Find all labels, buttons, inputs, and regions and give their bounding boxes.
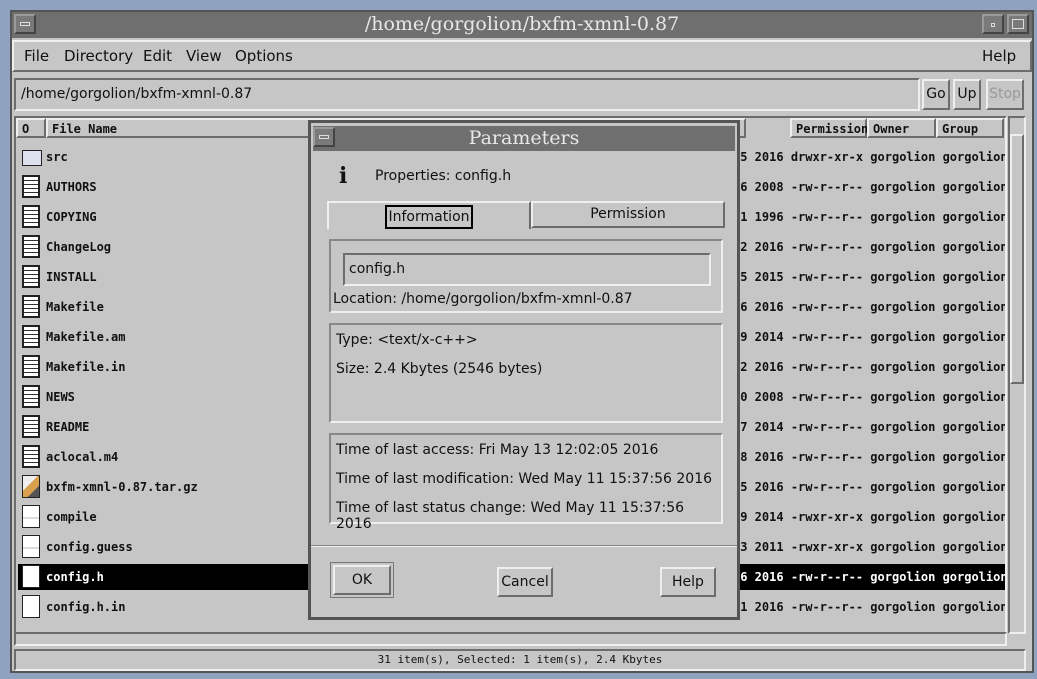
parameters-dialog: Parameters i Properties: config.h Inform… — [308, 120, 740, 620]
text-file-icon — [22, 265, 40, 288]
file-details[interactable]: 52 2016 -rw-r--r-- gorgolion gorgolion — [733, 354, 1005, 380]
help-button[interactable]: Help — [660, 567, 716, 597]
filename-input[interactable]: config.h — [343, 253, 711, 286]
file-name[interactable]: config.h.in — [18, 594, 308, 620]
file-details[interactable]: 31 1996 -rw-r--r-- gorgolion gorgolion — [733, 204, 1005, 230]
file-details[interactable]: 18 2016 -rw-r--r-- gorgolion gorgolion — [733, 444, 1005, 470]
text-file-icon — [22, 325, 40, 348]
file-name[interactable]: COPYING — [18, 204, 308, 230]
tab-information[interactable]: Information — [327, 201, 531, 229]
text-file-icon — [22, 175, 40, 198]
blank-file-icon — [22, 565, 40, 588]
title-bar: /home/gorgolion/bxfm-xmnl-0.87 — [12, 12, 1032, 38]
file-details[interactable]: 05 2016 drwxr-xr-x gorgolion gorgolion — [733, 144, 1005, 170]
file-name[interactable]: README — [18, 414, 308, 440]
name-section: config.h Location: /home/gorgolion/bxfm-… — [329, 239, 723, 313]
text-file-icon — [22, 295, 40, 318]
dialog-menu-button[interactable] — [313, 127, 335, 147]
text-file-icon — [22, 205, 40, 228]
file-name[interactable]: config.guess — [18, 534, 308, 560]
header-owner[interactable]: Owner — [867, 118, 936, 138]
script-file-icon — [22, 535, 40, 558]
file-details[interactable]: 00 2008 -rw-r--r-- gorgolion gorgolion — [733, 384, 1005, 410]
dialog-title: Parameters — [468, 127, 580, 149]
status-bar: 31 item(s), Selected: 1 item(s), 2.4 Kby… — [14, 649, 1026, 671]
window-menu-button[interactable] — [14, 14, 36, 34]
file-details[interactable]: 56 2016 -rw-r--r-- gorgolion gorgolion — [733, 564, 1005, 590]
menu-view[interactable]: View — [186, 42, 222, 70]
header-permission[interactable]: Permission — [790, 118, 868, 138]
horizontal-scrollbar[interactable] — [14, 632, 1007, 646]
folder-file-icon — [22, 150, 42, 166]
file-details[interactable]: 56 2008 -rw-r--r-- gorgolion gorgolion — [733, 174, 1005, 200]
file-name[interactable]: aclocal.m4 — [18, 444, 308, 470]
info-icon: i — [339, 163, 348, 189]
file-name[interactable]: src — [18, 144, 308, 170]
file-name[interactable]: Makefile.am — [18, 324, 308, 350]
file-details[interactable]: 55 2015 -rw-r--r-- gorgolion gorgolion — [733, 264, 1005, 290]
file-name[interactable]: ChangeLog — [18, 234, 308, 260]
file-details[interactable]: 47 2014 -rw-r--r-- gorgolion gorgolion — [733, 414, 1005, 440]
access-time: Time of last access: Fri May 13 12:02:05… — [336, 442, 659, 458]
file-details[interactable]: 59 2014 -rwxr-xr-x gorgolion gorgolion — [733, 504, 1005, 530]
file-name[interactable]: config.h — [18, 564, 308, 590]
text-file-icon — [22, 355, 40, 378]
maximize-button[interactable] — [1007, 14, 1029, 34]
menu-file[interactable]: File — [24, 42, 49, 70]
archive-file-icon — [22, 475, 40, 498]
cancel-button[interactable]: Cancel — [497, 567, 553, 597]
text-file-icon — [22, 385, 40, 408]
header-o[interactable]: O — [16, 118, 46, 138]
file-details[interactable]: 52 2016 -rw-r--r-- gorgolion gorgolion — [733, 234, 1005, 260]
size-label: Size: 2.4 Kbytes (2546 bytes) — [336, 361, 543, 377]
menu-options[interactable]: Options — [235, 42, 293, 70]
menu-edit[interactable]: Edit — [143, 42, 172, 70]
file-details[interactable]: 56 2016 -rw-r--r-- gorgolion gorgolion — [733, 294, 1005, 320]
file-details[interactable]: 35 2016 -rw-r--r-- gorgolion gorgolion — [733, 474, 1005, 500]
menu-help[interactable]: Help — [982, 42, 1016, 70]
file-name[interactable]: bxfm-xmnl-0.87.tar.gz — [18, 474, 308, 500]
tab-permission[interactable]: Permission — [531, 201, 725, 228]
times-section: Time of last access: Fri May 13 12:02:05… — [329, 433, 723, 532]
text-file-icon — [22, 445, 40, 468]
stop-button[interactable]: Stop — [986, 79, 1024, 110]
path-input[interactable]: /home/gorgolion/bxfm-xmnl-0.87 — [14, 78, 920, 111]
go-button[interactable]: Go — [922, 79, 950, 110]
file-name[interactable]: INSTALL — [18, 264, 308, 290]
text-file-icon — [22, 235, 40, 258]
file-name[interactable]: Makefile.in — [18, 354, 308, 380]
text-file-icon — [22, 415, 40, 438]
minimize-button[interactable] — [982, 14, 1004, 34]
file-name[interactable]: compile — [18, 504, 308, 530]
location-label: Location: /home/gorgolion/bxfm-xmnl-0.87 — [333, 291, 633, 307]
modification-time: Time of last modification: Wed May 11 15… — [336, 471, 713, 487]
status-change-time: Time of last status change: Wed May 11 1… — [336, 500, 685, 532]
file-name[interactable]: AUTHORS — [18, 174, 308, 200]
separator — [311, 545, 737, 547]
type-label: Type: <text/x-c++> — [336, 332, 478, 348]
vertical-scrollbar[interactable] — [1008, 116, 1026, 634]
menu-directory[interactable]: Directory — [64, 42, 133, 70]
type-section: Type: <text/x-c++> Size: 2.4 Kbytes (254… — [329, 323, 723, 423]
script-file-icon — [22, 505, 40, 528]
file-name[interactable]: NEWS — [18, 384, 308, 410]
file-details[interactable]: 11 2016 -rw-r--r-- gorgolion gorgolion — [733, 594, 1005, 620]
blank-file-icon — [22, 595, 40, 618]
scroll-thumb[interactable] — [1010, 134, 1024, 384]
header-group[interactable]: Group — [936, 118, 1004, 138]
properties-label: Properties: config.h — [375, 168, 512, 184]
file-details[interactable]: 03 2011 -rwxr-xr-x gorgolion gorgolion — [733, 534, 1005, 560]
ok-button[interactable]: OK — [330, 562, 394, 598]
up-button[interactable]: Up — [953, 79, 981, 110]
dialog-title-bar: Parameters — [313, 126, 735, 151]
file-name[interactable]: Makefile — [18, 294, 308, 320]
window-title: /home/gorgolion/bxfm-xmnl-0.87 — [364, 13, 680, 35]
menu-bar: File Directory Edit View Options Help — [12, 40, 1032, 72]
file-details[interactable]: 39 2014 -rw-r--r-- gorgolion gorgolion — [733, 324, 1005, 350]
